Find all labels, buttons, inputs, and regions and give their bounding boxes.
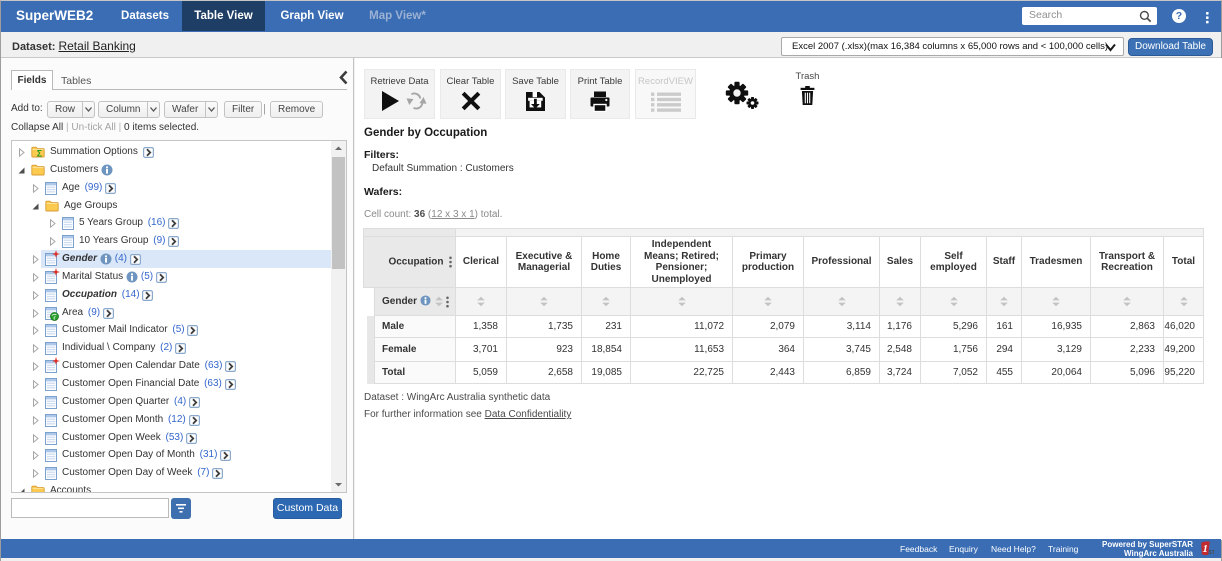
svg-text:ST: ST	[1208, 550, 1214, 556]
svg-text:1: 1	[1202, 543, 1208, 555]
svg-text:Σ: Σ	[37, 149, 43, 159]
